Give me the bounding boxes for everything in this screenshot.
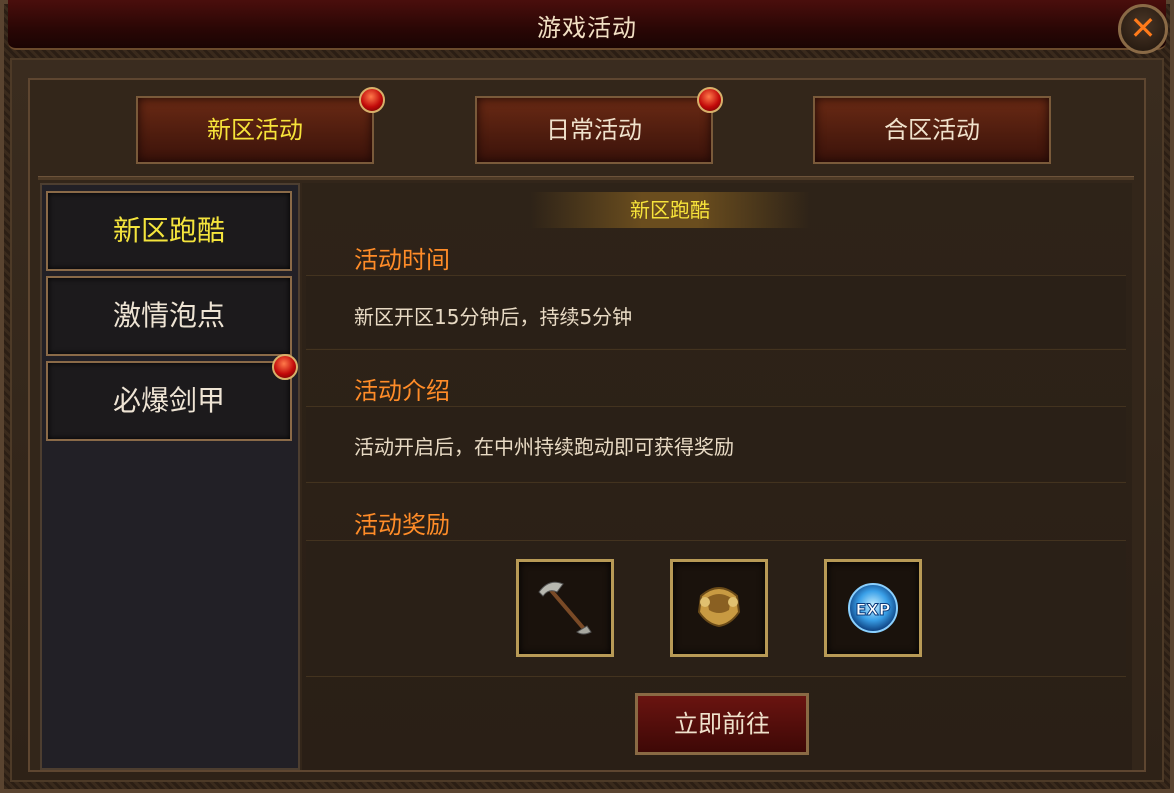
sidebar-item-guaranteed-drop[interactable]: 必爆剑甲 (46, 361, 292, 441)
reward-slot[interactable] (670, 559, 768, 657)
sidebar-item-label: 必爆剑甲 (112, 384, 225, 417)
sidebar-alert-dot (272, 354, 298, 380)
intro-text: 活动开启后，在中州持续跑动即可获得奖励 (354, 435, 734, 459)
tab-divider (38, 176, 1134, 180)
sidebar-item-label: 新区跑酷 (112, 214, 225, 247)
reward-slot[interactable] (516, 559, 614, 657)
tab-new-server-alert-dot (359, 87, 385, 113)
reward-heading: 活动奖励 (354, 511, 450, 539)
pickaxe-icon (538, 581, 592, 635)
tab-label: 合区活动 (884, 116, 980, 144)
activity-banner: 新区跑酷 (530, 192, 810, 228)
tab-label: 日常活动 (546, 116, 642, 144)
tab-daily[interactable]: 日常活动 (475, 96, 713, 164)
sidebar-item-parkour[interactable]: 新区跑酷 (46, 191, 292, 271)
sidebar (40, 183, 300, 770)
row-divider (306, 482, 1126, 483)
window-title: 游戏活动 (537, 14, 637, 42)
gold-armor-icon (697, 587, 741, 628)
reward-slot[interactable]: EXP (824, 559, 922, 657)
time-heading: 活动时间 (354, 246, 450, 274)
time-text: 新区开区15分钟后，持续5分钟 (354, 305, 633, 329)
tab-new-server[interactable]: 新区活动 (136, 96, 374, 164)
exp-orb-icon: EXP (848, 583, 898, 633)
sidebar-item-afk-points[interactable]: 激情泡点 (46, 276, 292, 356)
row-divider (306, 676, 1126, 677)
tab-daily-alert-dot (697, 87, 723, 113)
tab-merged-server[interactable]: 合区活动 (813, 96, 1051, 164)
close-icon: ✕ (1129, 9, 1157, 47)
intro-heading: 活动介绍 (354, 377, 450, 405)
go-now-label: 立即前往 (674, 710, 770, 738)
tab-label: 新区活动 (207, 116, 303, 144)
go-now-button[interactable]: 立即前往 (635, 693, 809, 755)
close-button[interactable]: ✕ (1118, 4, 1168, 54)
exp-label: EXP (856, 600, 891, 619)
sidebar-item-label: 激情泡点 (112, 299, 225, 332)
row-divider (306, 349, 1126, 350)
